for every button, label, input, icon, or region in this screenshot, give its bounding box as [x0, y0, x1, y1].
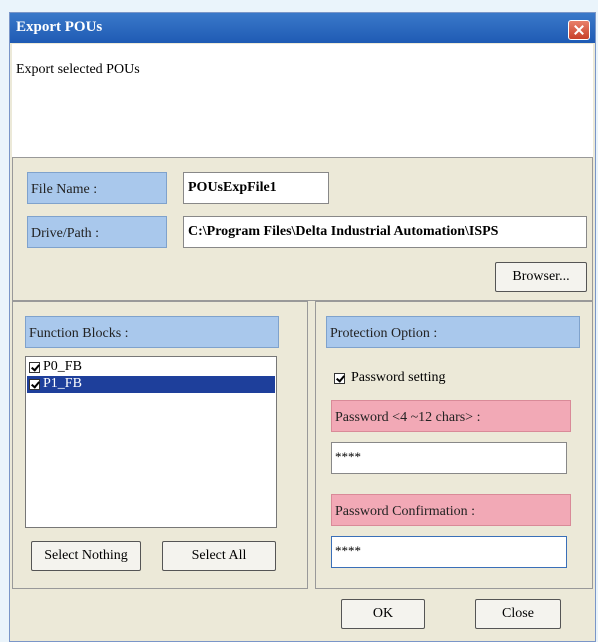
close-button[interactable]: Close [475, 599, 561, 629]
password-label: Password <4 ~12 chars> : [331, 400, 571, 432]
password-field[interactable]: **** [331, 442, 567, 474]
checkbox-icon[interactable] [29, 362, 40, 373]
function-blocks-section: Function Blocks : P0_FB P1_FB Select Not… [12, 301, 308, 589]
list-item-label: P1_FB [43, 376, 82, 391]
title-bar[interactable]: Export POUs [10, 13, 595, 43]
drive-path-label: Drive/Path : [27, 216, 167, 248]
export-pous-dialog: Export POUs Export selected POUs File Na… [9, 12, 596, 642]
dialog-description: Export selected POUs [16, 62, 140, 77]
checkbox-icon[interactable] [334, 373, 345, 384]
description-area: Export selected POUs [12, 44, 593, 157]
list-item-label: P0_FB [43, 359, 82, 374]
password-setting-label: Password setting [351, 370, 446, 385]
file-name-field[interactable]: POUsExpFile1 [183, 172, 329, 204]
password-setting-checkbox[interactable]: Password setting [334, 370, 534, 388]
ok-button[interactable]: OK [341, 599, 425, 629]
dialog-title: Export POUs [16, 19, 103, 35]
protection-option-label: Protection Option : [326, 316, 580, 348]
function-blocks-label: Function Blocks : [25, 316, 279, 348]
drive-path-field[interactable]: C:\Program Files\Delta Industrial Automa… [183, 216, 587, 248]
close-icon[interactable] [568, 20, 590, 40]
select-nothing-button[interactable]: Select Nothing [31, 541, 141, 571]
protection-section: Protection Option : Password setting Pas… [315, 301, 593, 589]
file-section: File Name : POUsExpFile1 Drive/Path : C:… [12, 157, 593, 301]
list-item-p0-fb[interactable]: P0_FB [27, 359, 275, 376]
list-item-p1-fb[interactable]: P1_FB [27, 376, 275, 393]
function-blocks-list[interactable]: P0_FB P1_FB [25, 356, 277, 528]
password-confirmation-label: Password Confirmation : [331, 494, 571, 526]
file-name-label: File Name : [27, 172, 167, 204]
browser-button[interactable]: Browser... [495, 262, 587, 292]
checkbox-icon[interactable] [29, 379, 40, 390]
password-confirmation-field[interactable]: **** [331, 536, 567, 568]
select-all-button[interactable]: Select All [162, 541, 276, 571]
